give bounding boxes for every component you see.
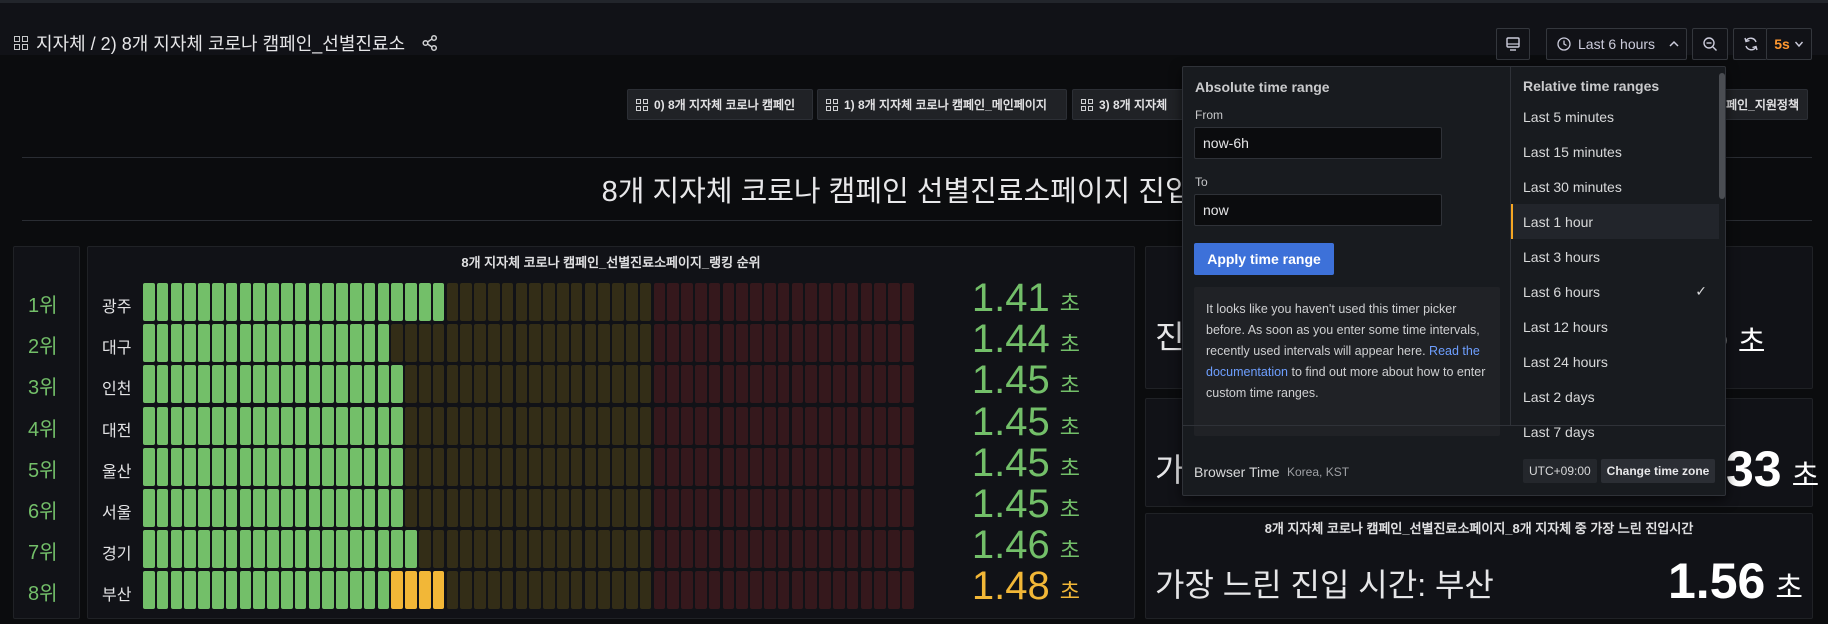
bar-value: 1.44 초 [0, 317, 1080, 362]
picker-footer-divider [1183, 425, 1725, 426]
bar-value: 1.41 초 [0, 276, 1080, 321]
average-stat-text: 가 [1155, 452, 1185, 488]
zoom-out-icon [1703, 37, 1717, 51]
relative-range-label: Last 5 minutes [1523, 108, 1615, 125]
bar-value-unit: 초 [1059, 538, 1080, 564]
dashboard-link-support-policy[interactable]: 페인_지원정책 [1718, 89, 1808, 120]
bar-value-unit: 초 [1059, 373, 1080, 399]
timezone-name: Korea, KST [1287, 465, 1350, 479]
bar-value-number: 1.45 [971, 440, 1050, 485]
bar-value-number: 1.45 [971, 482, 1050, 526]
bar-value: 1.45 초 [0, 441, 1080, 486]
clock-icon [1557, 37, 1571, 51]
dashboard-grid-icon [14, 36, 28, 50]
bar-value-unit: 초 [1059, 497, 1080, 522]
bar-value-unit: 초 [1059, 579, 1080, 605]
fastest-stat-text: 진 [1155, 319, 1185, 355]
check-icon: ✓ [1695, 283, 1707, 299]
ranking-panel-title[interactable]: 8개 지자체 코로나 캠페인_선별진료소페이지_랭킹 순위 [87, 252, 1135, 271]
relative-range-label: Last 2 days [1523, 388, 1595, 405]
dashboard-link-0[interactable]: 0) 8개 지자체 코로나 캠페인 [627, 89, 813, 120]
bar-value-number: 1.44 [971, 317, 1050, 362]
relative-range-item[interactable]: Last 7 days [1511, 414, 1719, 449]
bar-value-number: 1.41 [971, 276, 1050, 320]
relative-range-label: Last 1 hour [1523, 213, 1594, 230]
browser-time-label: Browser Time [1194, 464, 1280, 480]
time-picker-info-box: It looks like you haven't used this time… [1194, 287, 1500, 436]
time-picker-dropdown: Absolute time range From To Apply time r… [1182, 66, 1726, 496]
bar-value: 1.48 초 [0, 564, 1080, 609]
bar-value-number: 1.46 [971, 523, 1050, 568]
dashboard-breadcrumb: 지자체 / 2) 8개 지자체 코로나 캠페인_선별진료소 [14, 30, 439, 56]
to-input[interactable] [1194, 194, 1442, 226]
change-time-zone-button[interactable]: Change time zone [1601, 459, 1715, 483]
dashboard-link-1[interactable]: 1) 8개 지자체 코로나 캠페인_메인페이지 [817, 89, 1067, 120]
chevron-up-icon [1669, 40, 1679, 47]
relative-range-label: Last 6 hours [1523, 283, 1601, 300]
dashboard-link-icon [636, 98, 648, 111]
relative-range-item[interactable]: Last 12 hours [1511, 309, 1719, 344]
average-stat-unit: 초 [1791, 460, 1820, 493]
relative-range-item[interactable]: Last 5 minutes [1511, 99, 1719, 134]
slowest-stat-text: 가장 느린 진입 시간: 부산 [1155, 567, 1494, 603]
slowest-stat-number: 1.56 [1668, 553, 1766, 609]
slowest-stat-unit: 초 [1775, 572, 1803, 605]
relative-range-item[interactable]: Last 15 minutes [1511, 134, 1719, 169]
bar-value-unit: 초 [1059, 291, 1080, 316]
bar-value-unit: 초 [1059, 332, 1080, 358]
absolute-time-range-title: Absolute time range [1195, 79, 1330, 95]
zoom-out-button[interactable] [1692, 28, 1728, 60]
dashboard-link-icon [1081, 98, 1093, 111]
chevron-down-icon [1794, 41, 1803, 48]
bar-value: 1.46 초 [0, 523, 1080, 568]
utc-offset-badge: UTC+09:00 [1523, 459, 1597, 483]
dashboard-link-label: 3) 8개 지자체 [1099, 98, 1168, 112]
monitor-icon [1506, 37, 1520, 51]
bar-value-number: 1.45 [971, 399, 1050, 444]
bar-value: 1.45 초 [0, 482, 1080, 527]
refresh-button[interactable] [1733, 28, 1767, 60]
share-icon[interactable] [421, 34, 439, 52]
relative-range-item[interactable]: Last 1 hour [1511, 204, 1719, 239]
relative-time-ranges-title: Relative time ranges [1523, 78, 1660, 94]
dashboard-link-label: 0) 8개 지자체 코로나 캠페인 [654, 98, 796, 112]
relative-range-item[interactable]: Last 30 minutes [1511, 169, 1719, 204]
refresh-icon [1743, 37, 1758, 51]
relative-range-label: Last 3 hours [1523, 248, 1601, 265]
relative-range-item[interactable]: Last 3 hours [1511, 239, 1719, 274]
relative-range-label: Last 30 minutes [1523, 178, 1622, 195]
time-range-picker-button[interactable]: Last 6 hours [1546, 28, 1687, 60]
bar-value: 1.45 초 [0, 400, 1080, 445]
slowest-stat-title[interactable]: 8개 지자체 코로나 캠페인_선별진료소페이지_8개 지자체 중 가장 느린 진… [1145, 518, 1813, 537]
slowest-stat-value: 1.56 초 [1668, 552, 1803, 610]
average-stat-number: 33 [1726, 441, 1782, 497]
relative-range-item[interactable]: Last 24 hours [1511, 344, 1719, 379]
dashboard-link-3[interactable]: 3) 8개 지자체 [1072, 89, 1184, 120]
from-label: From [1195, 108, 1223, 122]
tv-mode-button[interactable] [1496, 28, 1530, 60]
dashboard-link-icon [826, 98, 838, 111]
relative-range-label: Last 24 hours [1523, 353, 1608, 370]
relative-list-scrollbar[interactable] [1719, 73, 1725, 199]
relative-range-item[interactable]: Last 6 hours ✓ [1511, 274, 1719, 309]
from-input[interactable] [1194, 127, 1442, 159]
fastest-stat-unit: 초 [1737, 326, 1766, 359]
apply-time-range-button[interactable]: Apply time range [1194, 243, 1334, 275]
relative-range-item[interactable]: Last 2 days [1511, 379, 1719, 414]
relative-range-label: Last 15 minutes [1523, 143, 1622, 160]
bar-value-number: 1.45 [971, 358, 1050, 403]
time-range-label: Last 6 hours [1578, 36, 1656, 52]
dashboard-link-label: 1) 8개 지자체 코로나 캠페인_메인페이지 [844, 98, 1047, 112]
relative-range-label: Last 12 hours [1523, 318, 1608, 335]
bar-value-number: 1.48 [971, 564, 1050, 609]
average-stat-value: 33 초 [1726, 440, 1819, 498]
to-label: To [1195, 175, 1208, 189]
bar-value-unit: 초 [1059, 414, 1080, 440]
refresh-interval-label: 5s [1774, 36, 1790, 52]
dashboard-title[interactable]: 지자체 / 2) 8개 지자체 코로나 캠페인_선별진료소 [36, 30, 405, 56]
bar-value: 1.45 초 [0, 358, 1080, 403]
refresh-interval-picker[interactable]: 5s [1766, 28, 1812, 60]
bar-value-unit: 초 [1059, 455, 1080, 481]
dashboard-link-label: 페인_지원정책 [1726, 98, 1799, 112]
